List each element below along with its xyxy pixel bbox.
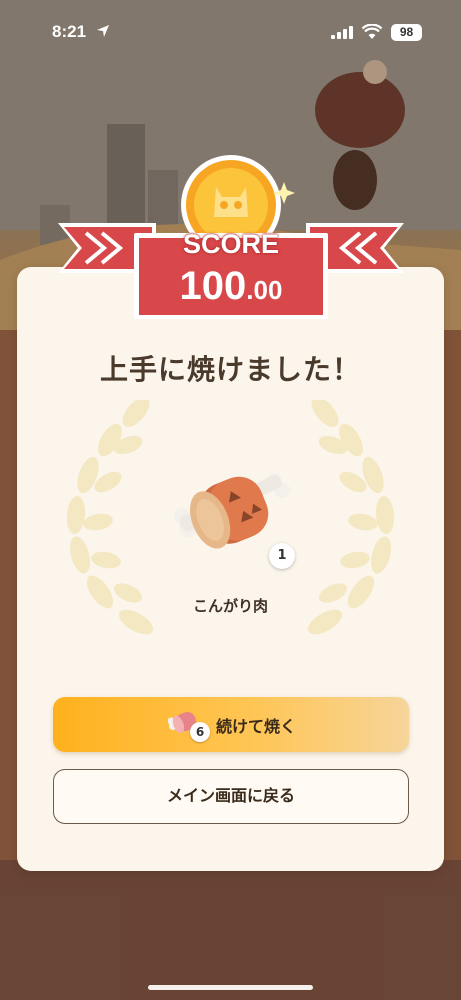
back-to-main-button[interactable]: メイン画面に戻る [53, 769, 409, 824]
home-indicator[interactable] [148, 985, 313, 990]
wifi-icon [362, 24, 382, 39]
cellular-signal-icon [331, 26, 353, 39]
continue-button-label: 続けて焼く [216, 717, 297, 736]
score-decimal: .00 [246, 275, 283, 305]
battery-indicator: 98 [391, 24, 422, 41]
status-time: 8:21 [52, 22, 87, 41]
continue-cooking-button[interactable]: 6 続けて焼く [53, 697, 409, 752]
score-integer: 100 [179, 264, 247, 308]
remaining-count-badge: 6 [190, 722, 210, 742]
status-bar: 8:21 98 [0, 0, 461, 60]
score-value: 100.00 [136, 264, 326, 309]
item-name: こんがり肉 [192, 597, 268, 615]
score-label: SCORE [182, 229, 280, 259]
result-title: 上手に焼けました！ [99, 353, 361, 386]
location-arrow-icon [97, 25, 109, 37]
item-count-badge: 1 [269, 543, 295, 569]
